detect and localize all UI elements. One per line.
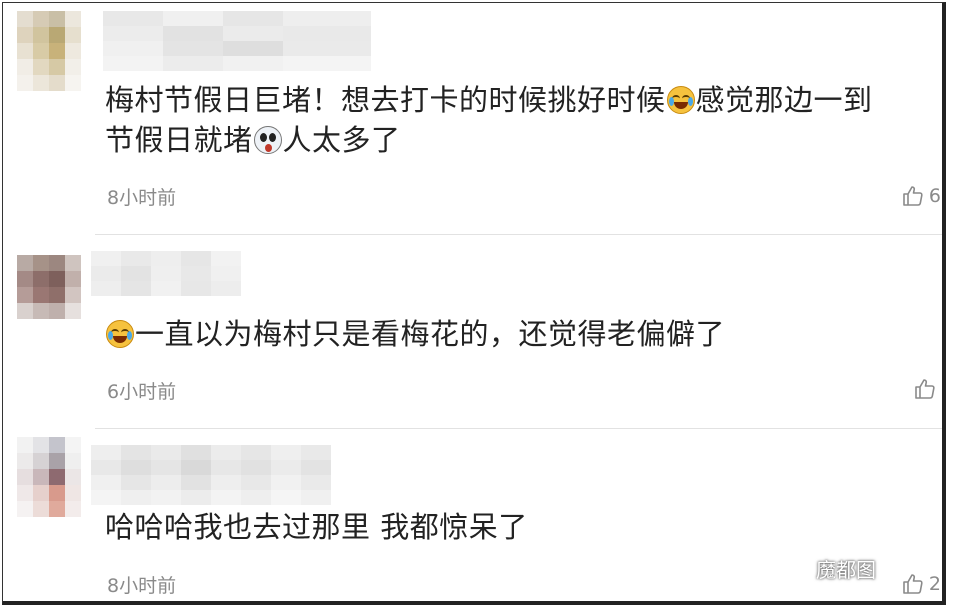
like-button[interactable] (913, 377, 941, 401)
avatar[interactable] (17, 437, 81, 527)
comment-timestamp: 8小时前 (107, 575, 177, 597)
watermark: 魔都图 (780, 554, 876, 583)
like-button[interactable]: 2 (901, 572, 941, 596)
comment-timestamp: 6小时前 (107, 381, 177, 403)
avatar[interactable] (17, 255, 81, 345)
username-blurred[interactable] (91, 445, 331, 505)
comment-text-part: 梅村节假日巨堵！想去打卡的时候挑好时候 (105, 83, 666, 117)
watermark-text: 魔都图 (816, 558, 876, 582)
comment-item: 一直以为梅村只是看梅花的，还觉得老偏僻了 6小时前 (3, 235, 942, 429)
thumbs-up-icon (903, 574, 923, 594)
comment-text-part: 节假日就堵 (105, 123, 253, 157)
comment-text: 梅村节假日巨堵！想去打卡的时候挑好时候 感觉那边一到节假日就堵 人太多了 (105, 80, 925, 160)
comment-list: 梅村节假日巨堵！想去打卡的时候挑好时候 感觉那边一到 节假日就堵 人太多了 8小时前 … (2, 2, 946, 605)
like-count: 6 (928, 185, 941, 207)
comment-text: 一直以为梅村只是看梅花的，还觉得老偏僻了 (105, 314, 925, 354)
comment-timestamp: 8小时前 (107, 187, 177, 209)
wechat-icon (780, 556, 809, 580)
thumbs-up-icon (915, 379, 935, 399)
comment-text-part: 一直以为梅村只是看梅花的，还觉得老偏僻了 (135, 317, 726, 351)
laughing-crying-emoji-icon (666, 86, 695, 114)
username-blurred[interactable] (91, 11, 371, 71)
avatar[interactable] (17, 11, 81, 101)
comment-text-part: 人太多了 (282, 123, 401, 157)
like-button[interactable]: 6 (901, 184, 941, 208)
comment-text-part: 感觉那边一到 (695, 83, 873, 117)
like-count: 2 (928, 573, 941, 595)
username-blurred[interactable] (91, 251, 241, 307)
thumbs-up-icon (903, 186, 923, 206)
comment-text: 哈哈哈我也去过那里 我都惊呆了 (105, 507, 925, 547)
scared-emoji-icon (253, 126, 282, 154)
comment-item: 梅村节假日巨堵！想去打卡的时候挑好时候 感觉那边一到 节假日就堵 人太多了 8小时前 … (3, 3, 942, 235)
comment-text-part: 哈哈哈我也去过那里 我都惊呆了 (105, 510, 528, 544)
laughing-crying-emoji-icon (106, 320, 134, 348)
